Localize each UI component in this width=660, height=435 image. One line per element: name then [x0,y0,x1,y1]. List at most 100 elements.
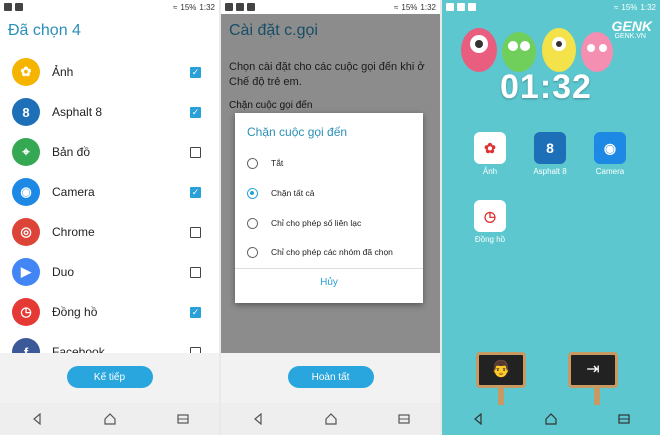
radio-label: Chỉ cho phép các nhóm đã chọn [271,247,393,257]
facebook-notification-icon [457,3,465,11]
app-label: Camera [52,185,95,199]
photos-pinwheel-icon: ✿ [474,132,506,164]
recents-icon[interactable] [176,413,189,425]
app-row[interactable]: ▶ Duo [0,252,219,292]
photos-pinwheel-icon: ✿ [12,58,40,86]
home-app-label: Đồng hồ [474,235,506,244]
home-icon[interactable] [545,413,557,425]
watermark-url: GENK.VN [614,33,646,40]
chrome-icon: ◎ [12,218,40,246]
divider [235,268,423,269]
radio-button[interactable] [247,246,258,258]
app-row[interactable]: ◎ Chrome [0,212,219,252]
radio-option[interactable]: Chặn tất cả [247,185,314,201]
wifi-icon: ≈ [614,2,619,12]
radio-label: Chặn tất cả [271,188,315,198]
radio-option[interactable]: Chỉ cho phép số liên lạc [247,215,361,231]
screen-app-selection: ≈15% 1:32 Đã chọn 4 ✿ Ảnh ✓ 8 Asphalt 8 ✓ ⌖ Bản … [0,0,219,435]
status-bar: ≈15% 1:32 [221,0,440,14]
camera-icon: ◉ [594,132,626,164]
exit-door-icon: ⇥ [586,361,600,378]
radio-button[interactable] [247,157,258,169]
app-checkbox[interactable] [190,146,201,158]
navigation-bar [221,403,440,435]
maps-icon: ⌖ [12,138,40,166]
app-label: Asphalt 8 [52,105,103,119]
camera-icon: ◉ [12,178,40,206]
radio-option[interactable]: Tắt [247,155,283,171]
cancel-button[interactable]: Hủy [235,277,423,288]
home-app-3[interactable]: ◷ Đồng hồ [470,200,510,244]
home-app-label: Ảnh [482,167,498,176]
time-text: 1:32 [420,2,436,12]
home-app-label: Asphalt 8 [533,167,567,176]
status-bar: ≈15% 1:32 [442,0,660,14]
parent-mode-sign[interactable]: 👨 [476,352,526,388]
exit-sign[interactable]: ⇥ [568,352,618,388]
asphalt-8-icon: 8 [12,98,40,126]
app-list: ✿ Ảnh ✓ 8 Asphalt 8 ✓ ⌖ Bản đồ ◉ Camera ✓ ◎ Chrome ▶ D… [0,52,219,372]
clock-icon: ◷ [474,200,506,232]
notification-icon [446,3,454,11]
bottom-button-bar: Hoàn tất [221,353,440,403]
back-icon[interactable] [31,413,43,425]
notification-icon [225,3,233,11]
app-checkbox[interactable]: ✓ [190,106,201,118]
radio-option[interactable]: Chỉ cho phép các nhóm đã chọn [247,244,393,260]
home-icon[interactable] [103,413,116,425]
app-row[interactable]: ◉ Camera ✓ [0,172,219,212]
home-clock: 01:32 [500,68,592,106]
facebook-notification-icon [15,3,23,11]
app-checkbox[interactable] [190,226,201,238]
radio-button[interactable] [247,217,258,229]
home-icon[interactable] [324,413,337,425]
wifi-icon: ≈ [173,2,178,12]
radio-button[interactable] [247,187,258,199]
time-text: 1:32 [640,2,656,12]
finish-button[interactable]: Hoàn tất [287,366,374,388]
screen-call-settings: ≈15% 1:32 Cài đặt c.gọi Chọn cài đặt cho … [221,0,440,435]
back-icon[interactable] [472,413,484,425]
image-notification-icon [468,3,476,11]
app-row[interactable]: 8 Asphalt 8 ✓ [0,92,219,132]
app-label: Đồng hồ [52,305,98,319]
app-label: Duo [52,265,75,279]
app-label: Bản đồ [52,145,91,159]
monsters-illustration [461,28,613,72]
wifi-icon: ≈ [394,2,399,12]
clock-icon: ◷ [12,298,40,326]
app-row[interactable]: ⌖ Bản đồ [0,132,219,172]
bottom-button-bar: Kế tiếp [0,353,219,403]
radio-label: Chỉ cho phép số liên lạc [271,218,362,228]
app-checkbox[interactable]: ✓ [190,186,201,198]
app-checkbox[interactable] [190,266,201,278]
battery-text: 15% [401,2,418,12]
app-checkbox[interactable]: ✓ [190,66,201,78]
app-row[interactable]: ✿ Ảnh ✓ [0,52,219,92]
app-row[interactable]: ◷ Đồng hồ ✓ [0,292,219,332]
duo-icon: ▶ [12,258,40,286]
time-text: 1:32 [199,2,215,12]
parent-child-icon: 👨 [491,361,511,378]
app-label: Ảnh [52,65,74,79]
home-app-label: Camera [595,167,625,176]
sign-post [498,385,504,405]
image-notification-icon [247,3,255,11]
recents-icon[interactable] [618,413,630,425]
app-checkbox[interactable]: ✓ [190,306,201,318]
home-app-1[interactable]: 8 Asphalt 8 [530,132,570,176]
page-title: Đã chọn 4 [8,22,81,39]
next-button[interactable]: Kế tiếp [66,366,153,388]
app-label: Chrome [52,225,95,239]
dialog-title: Chặn cuộc gọi đến [247,125,348,139]
block-calls-dialog: Chặn cuộc gọi đến Tắt Chặn tất cả Chỉ cho … [235,113,423,303]
home-app-2[interactable]: ◉ Camera [590,132,630,176]
sign-post [594,385,600,405]
radio-label: Tắt [271,158,284,168]
home-app-0[interactable]: ✿ Ảnh [470,132,510,176]
facebook-notification-icon [236,3,244,11]
screen-kids-home: ≈15% 1:32 GENK GENK.VN 01:32 ✿ Ảnh 8 Asphalt… [442,0,660,435]
battery-text: 15% [180,2,197,12]
recents-icon[interactable] [397,413,410,425]
back-icon[interactable] [252,413,264,425]
